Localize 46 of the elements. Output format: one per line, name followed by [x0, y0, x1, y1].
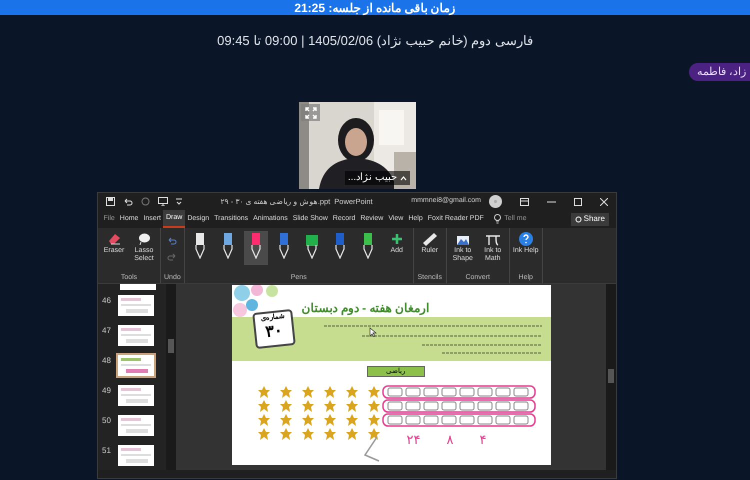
slide-thumbnail[interactable]: [118, 414, 154, 436]
cursor-icon: [368, 327, 376, 337]
slide-thumbnail[interactable]: [118, 444, 154, 466]
undo-icon[interactable]: [123, 197, 133, 206]
slide-number: 47: [102, 324, 112, 337]
maximize-icon[interactable]: [574, 198, 582, 206]
lasso-icon: [138, 231, 150, 247]
eraser-icon: [108, 231, 120, 247]
handwritten-number: ۴: [480, 433, 486, 447]
pen-button[interactable]: [244, 231, 268, 265]
ruler-icon: [422, 231, 438, 247]
issue-number: ۳۰: [264, 322, 284, 343]
presenter-icon[interactable]: [158, 197, 168, 206]
scrollbar[interactable]: [166, 284, 176, 470]
customize-icon[interactable]: [176, 198, 182, 205]
plus-icon: [392, 231, 402, 247]
slide-thumbnail[interactable]: [118, 354, 154, 376]
scrollbar-thumb[interactable]: [168, 339, 174, 353]
expand-icon[interactable]: [301, 104, 320, 121]
scrollbar[interactable]: [606, 284, 616, 470]
slide-number: 46: [102, 294, 112, 307]
slide-number: 48: [102, 354, 112, 367]
ribbon-display-icon[interactable]: [520, 198, 529, 206]
caret-icon[interactable]: [400, 176, 407, 180]
circle-icon[interactable]: [141, 197, 150, 206]
scrollbar-thumb[interactable]: [608, 369, 614, 383]
slide-thumbnail[interactable]: [118, 294, 154, 316]
participant-name: حبیب نژاد...: [348, 172, 397, 184]
help-icon: [518, 231, 533, 247]
share-button[interactable]: Share: [570, 212, 609, 226]
handwritten-number: ۲۴: [406, 433, 420, 447]
close-icon[interactable]: [600, 198, 608, 206]
participant-badge: زاد، فاطمه: [688, 63, 750, 81]
slide-thumbnail[interactable]: [120, 284, 156, 290]
avatar-icon[interactable]: [489, 195, 502, 208]
slide-thumbnail[interactable]: [118, 324, 154, 346]
slide-title: ارمغان هفته - دوم دبستان: [302, 300, 429, 317]
remaining-time-text: زمان باقی مانده از جلسه: 21:25: [294, 0, 456, 14]
slide-number: 50: [102, 414, 112, 427]
lightbulb-icon[interactable]: [494, 214, 502, 224]
slide-number: 51: [102, 444, 112, 457]
slide-number: 49: [102, 384, 112, 397]
session-info: فارسی دوم (خانم حبیب نژاد) 1405/02/06 | 09:00 تا 09:45: [216, 33, 534, 49]
slide-thumbnail[interactable]: [118, 384, 154, 406]
save-icon[interactable]: [106, 197, 115, 206]
handwritten-number: ۸: [446, 433, 454, 447]
